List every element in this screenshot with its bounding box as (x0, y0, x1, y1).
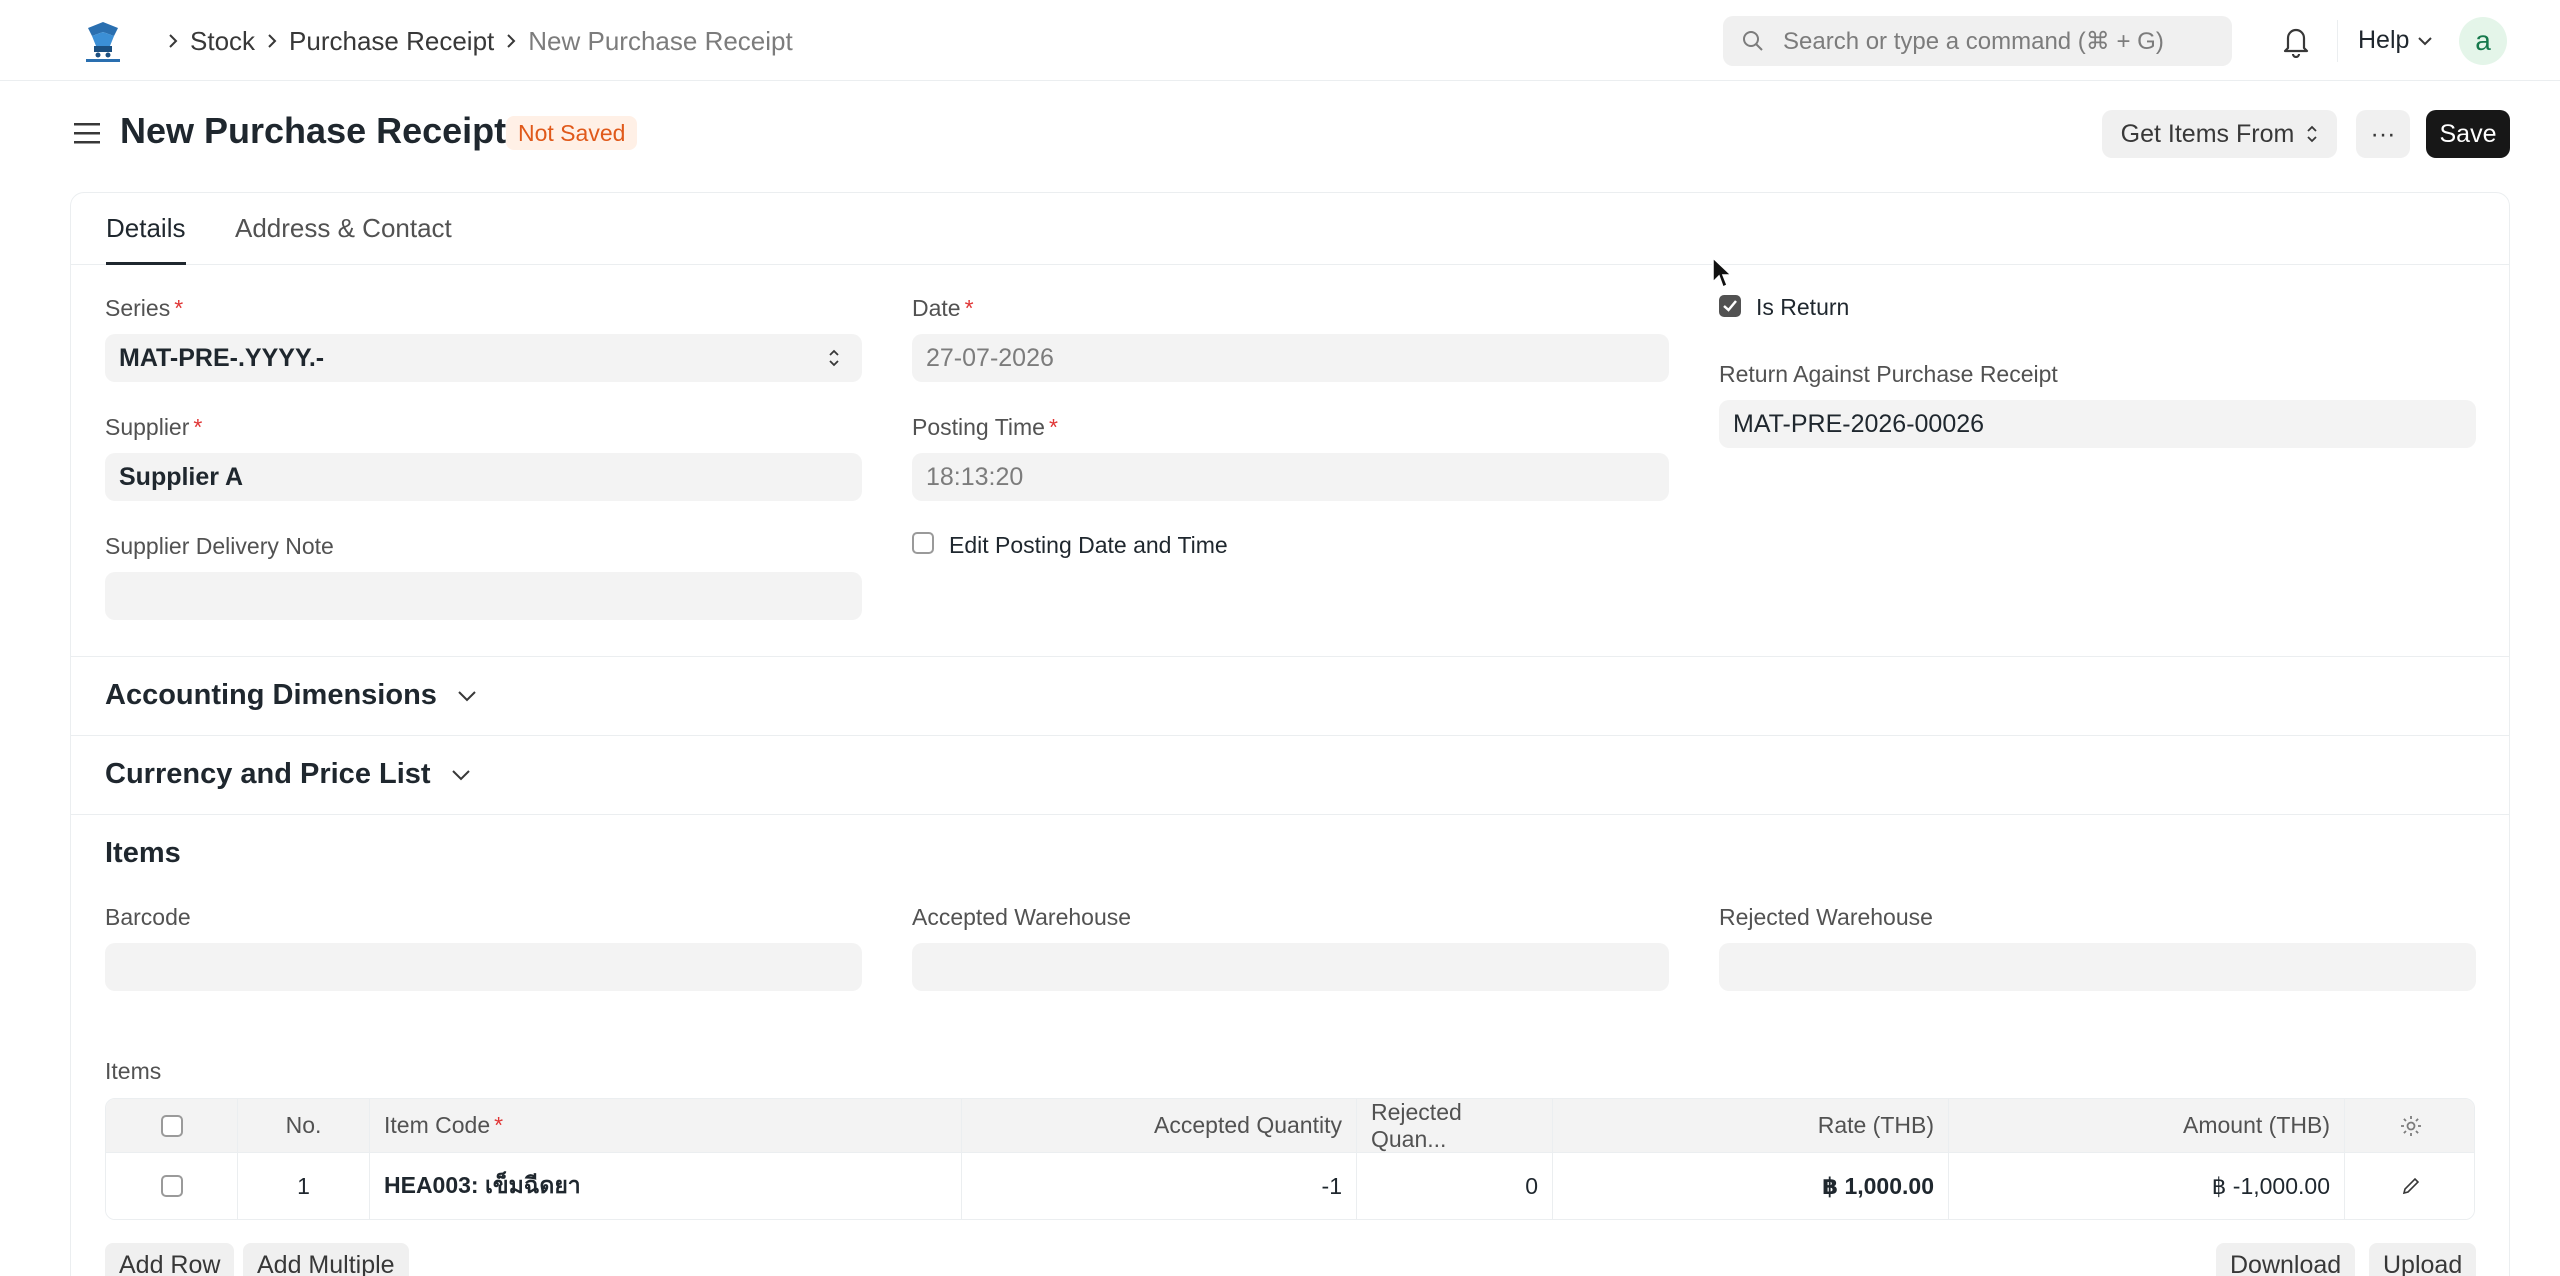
col-rejected-qty: Rejected Quan... (1356, 1099, 1552, 1152)
row-accepted-qty[interactable]: -1 (961, 1153, 1356, 1219)
barcode-field[interactable] (105, 943, 862, 991)
app-logo[interactable] (80, 18, 126, 64)
series-value: MAT-PRE-.YYYY.- (119, 343, 325, 372)
row-no: 1 (237, 1153, 369, 1219)
search-placeholder: Search or type a command (⌘ + G) (1783, 27, 2164, 55)
section-divider (71, 735, 2509, 736)
get-items-label: Get Items From (2120, 119, 2295, 148)
page-head: New Purchase Receipt Not Saved Get Items… (0, 100, 2560, 166)
notification-bell-icon[interactable] (2280, 24, 2312, 58)
chevron-down-icon (451, 769, 470, 780)
is-return-checkbox[interactable] (1719, 295, 1741, 317)
select-arrows-icon (829, 349, 839, 367)
row-edit-cell (2344, 1153, 2474, 1219)
status-badge: Not Saved (506, 116, 638, 150)
breadcrumb: Stock Purchase Receipt New Purchase Rece… (156, 24, 793, 58)
col-no: No. (237, 1099, 369, 1152)
save-button[interactable]: Save (2426, 110, 2510, 158)
col-amount: Amount (THB) (1948, 1099, 2344, 1152)
top-navbar: Stock Purchase Receipt New Purchase Rece… (0, 0, 2560, 81)
col-accepted-qty: Accepted Quantity (961, 1099, 1356, 1152)
add-multiple-button[interactable]: Add Multiple (243, 1243, 409, 1276)
column-settings-cell (2344, 1099, 2474, 1152)
navbar-divider (2337, 20, 2338, 62)
breadcrumb-current: New Purchase Receipt (528, 25, 793, 56)
row-item-code[interactable]: HEA003: เข็มฉีดยา (369, 1153, 961, 1219)
rejected-warehouse-field[interactable] (1719, 943, 2476, 991)
page-title: New Purchase Receipt (120, 110, 507, 151)
items-table-label: Items (105, 1058, 162, 1084)
breadcrumb-purchase-receipt[interactable]: Purchase Receipt (289, 26, 494, 57)
row-amount: ฿ -1,000.00 (1948, 1153, 2344, 1219)
rejected-warehouse-label: Rejected Warehouse (1719, 904, 1933, 930)
col-item-code: Item Code * (369, 1099, 961, 1152)
gear-icon[interactable] (2399, 1114, 2423, 1138)
chevron-right-icon (255, 32, 289, 50)
tab-address-contact[interactable]: Address & Contact (235, 213, 452, 244)
date-value: 27-07-2026 (926, 343, 1054, 372)
search-icon (1743, 31, 1763, 51)
return-against-value: MAT-PRE-2026-00026 (1733, 409, 1985, 438)
barcode-label: Barcode (105, 904, 191, 930)
accepted-warehouse-field[interactable] (912, 943, 1669, 991)
upload-button[interactable]: Upload (2369, 1243, 2477, 1276)
posting-time-label: Posting Time * (912, 414, 1058, 440)
return-against-label: Return Against Purchase Receipt (1719, 361, 2058, 387)
add-row-button[interactable]: Add Row (105, 1243, 235, 1276)
tab-details[interactable]: Details (106, 213, 185, 244)
download-button[interactable]: Download (2216, 1243, 2356, 1276)
row-select-cell (106, 1153, 237, 1219)
series-label: Series * (105, 295, 184, 321)
section-divider (71, 814, 2509, 815)
posting-time-field[interactable]: 18:13:20 (912, 453, 1669, 501)
active-tab-indicator (106, 262, 186, 265)
row-checkbox[interactable] (160, 1175, 183, 1197)
select-all-cell (106, 1099, 237, 1152)
mouse-cursor-icon (1712, 256, 1733, 289)
date-field[interactable]: 27-07-2026 (912, 334, 1669, 382)
items-table: No. Item Code * Accepted Quantity Rejecte… (105, 1098, 2475, 1220)
help-label: Help (2358, 26, 2410, 54)
supplier-delivery-note-field[interactable] (105, 572, 862, 620)
row-rate[interactable]: ฿ 1,000.00 (1552, 1153, 1948, 1219)
more-actions-button[interactable]: ··· (2356, 110, 2410, 158)
select-arrows-icon (2307, 125, 2317, 143)
chevron-down-icon (458, 690, 476, 701)
date-label: Date * (912, 295, 974, 321)
supplier-delivery-note-label: Supplier Delivery Note (105, 533, 334, 559)
posting-time-value: 18:13:20 (926, 462, 1024, 491)
table-row[interactable]: 1 HEA003: เข็มฉีดยา -1 0 ฿ 1,000.00 ฿ -1… (106, 1153, 2474, 1219)
breadcrumb-stock[interactable]: Stock (190, 26, 255, 57)
edit-posting-checkbox[interactable] (912, 532, 934, 554)
get-items-from-button[interactable]: Get Items From (2102, 110, 2337, 158)
search-input[interactable]: Search or type a command (⌘ + G) (1723, 16, 2232, 66)
is-return-label: Is Return (1756, 294, 1850, 320)
help-dropdown[interactable]: Help (2358, 26, 2433, 55)
series-select[interactable]: MAT-PRE-.YYYY.- (105, 334, 862, 382)
form-tabs: Details Address & Contact (71, 193, 2509, 265)
sidebar-toggle-icon[interactable] (72, 120, 102, 146)
supplier-label: Supplier * (105, 414, 203, 440)
select-all-checkbox[interactable] (160, 1114, 183, 1137)
section-accounting-dimensions[interactable]: Accounting Dimensions (105, 679, 477, 712)
chevron-right-icon (156, 32, 190, 50)
row-rejected-qty[interactable]: 0 (1356, 1153, 1552, 1219)
chevron-right-icon (494, 32, 528, 50)
col-rate: Rate (THB) (1552, 1099, 1948, 1152)
section-divider (71, 656, 2509, 657)
section-items: Items (105, 837, 181, 869)
edit-pencil-icon[interactable] (2401, 1176, 2421, 1196)
avatar[interactable]: a (2459, 17, 2507, 65)
chevron-down-icon (2418, 36, 2433, 45)
supplier-field[interactable]: Supplier A (105, 453, 862, 501)
return-against-field[interactable]: MAT-PRE-2026-00026 (1719, 400, 2476, 448)
items-table-header: No. Item Code * Accepted Quantity Rejecte… (106, 1099, 2474, 1153)
edit-posting-label: Edit Posting Date and Time (949, 532, 1228, 558)
form-card: Details Address & Contact Series * MAT-PR… (70, 192, 2510, 1276)
accepted-warehouse-label: Accepted Warehouse (912, 904, 1132, 930)
checkmark-icon (1723, 300, 1737, 312)
supplier-value: Supplier A (119, 462, 244, 491)
section-currency-price-list[interactable]: Currency and Price List (105, 758, 471, 791)
